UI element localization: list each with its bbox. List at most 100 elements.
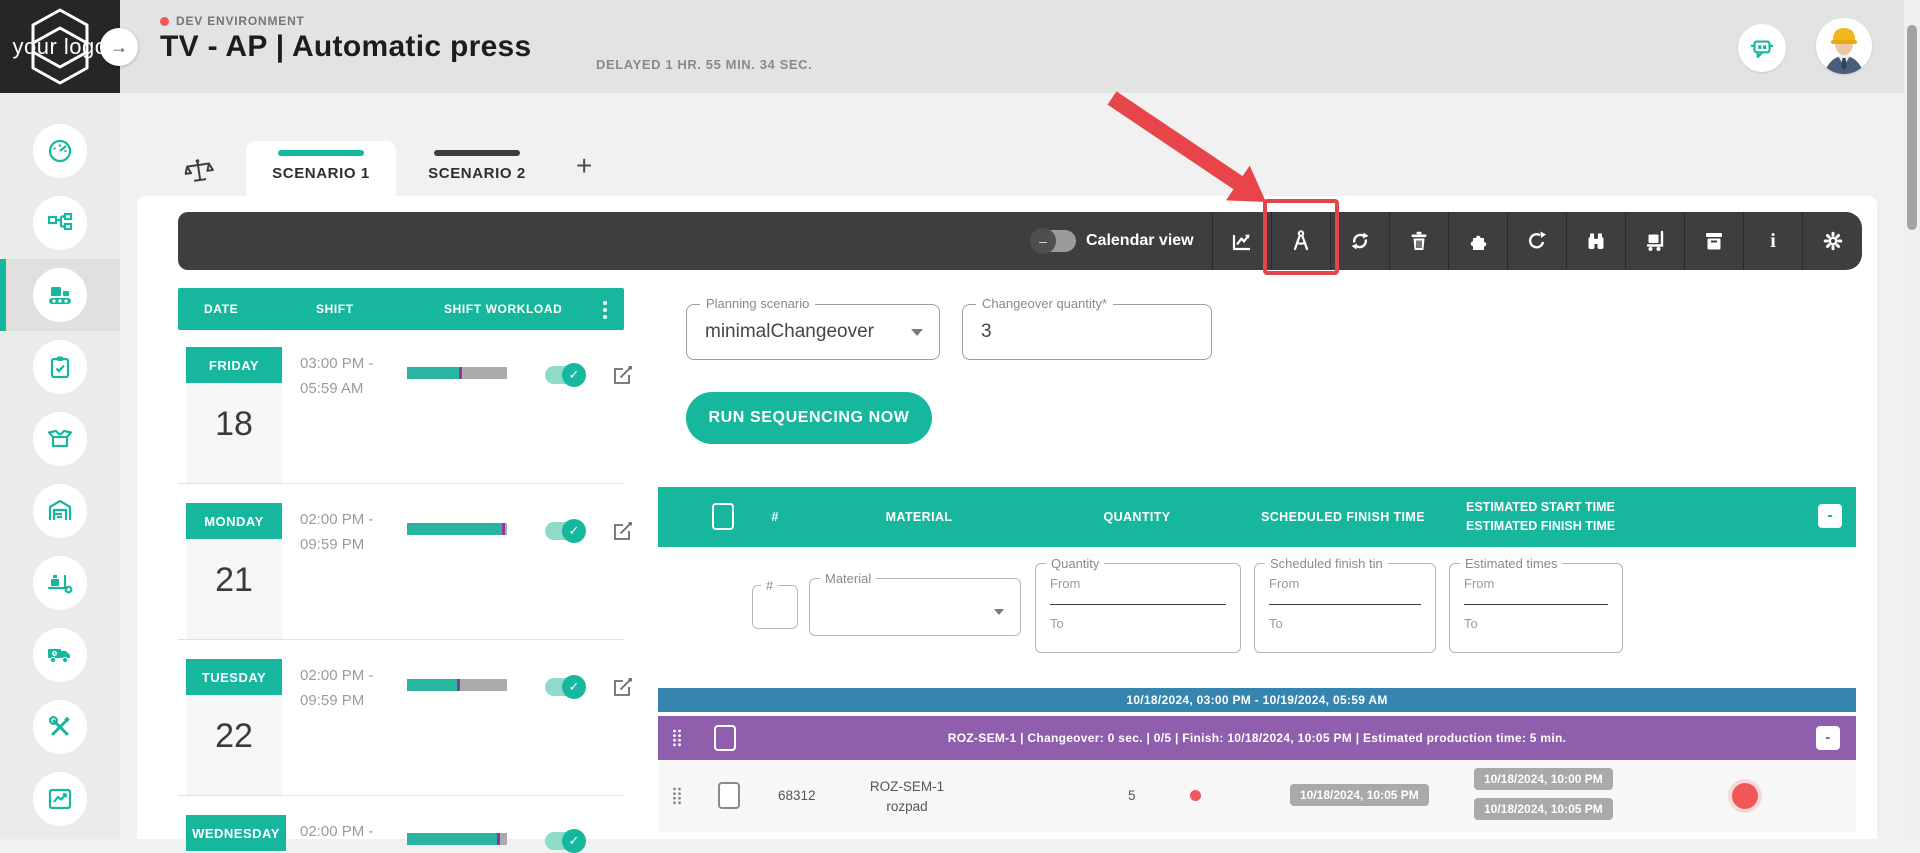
col-quantity: QUANTITY xyxy=(1103,510,1170,524)
shift-time-band: 10/18/2024, 03:00 PM - 10/19/2024, 05:59… xyxy=(658,688,1856,712)
estimated-times-filter[interactable]: Estimated times From To xyxy=(1449,563,1623,653)
undo-icon xyxy=(1525,229,1549,253)
warehouse-icon xyxy=(33,484,87,538)
sidebar-item-analytics[interactable] xyxy=(0,763,120,835)
from-label: From xyxy=(1050,576,1080,591)
stock-box-button[interactable] xyxy=(1684,212,1743,270)
group-checkbox[interactable] xyxy=(714,725,736,751)
from-input-underline[interactable] xyxy=(1269,604,1421,605)
id-filter-input[interactable]: # xyxy=(752,585,798,629)
col-scheduled-finish: SCHEDULED FINISH TIME xyxy=(1261,510,1425,524)
trend-chart-icon xyxy=(1230,229,1254,253)
user-avatar[interactable] xyxy=(1816,18,1872,74)
changeover-quantity-input[interactable]: Changeover quantity* 3 xyxy=(962,304,1212,360)
plugin-button[interactable] xyxy=(1448,212,1507,270)
workload-overflow-marker xyxy=(497,833,500,845)
undo-button[interactable] xyxy=(1507,212,1566,270)
shift-enabled-toggle[interactable]: ✓ xyxy=(545,832,583,850)
delete-button[interactable] xyxy=(1389,212,1448,270)
sidebar-item-delivery[interactable] xyxy=(0,619,120,691)
page-scrollbar-thumb[interactable] xyxy=(1907,25,1917,230)
workload-bar xyxy=(407,523,507,535)
select-all-checkbox[interactable] xyxy=(712,503,734,530)
shift-time: 03:00 PM -05:59 AM xyxy=(300,351,373,401)
chatbot-button[interactable] xyxy=(1738,24,1786,72)
calendar-view-toggle[interactable]: – xyxy=(1032,230,1076,252)
to-label: To xyxy=(1464,616,1478,631)
sidebar-item-packaging[interactable] xyxy=(0,403,120,475)
tab-scenario-1[interactable]: SCENARIO 1 xyxy=(246,141,396,196)
workload-overflow-marker xyxy=(457,679,460,691)
row-divider xyxy=(178,795,624,796)
sidebar-collapse-button[interactable]: → xyxy=(100,28,138,66)
check-icon: ✓ xyxy=(562,519,586,543)
env-label: DEV ENVIRONMENT xyxy=(176,14,305,28)
check-icon: ✓ xyxy=(562,829,586,853)
shift-time: 02:00 PM -09:59 PM xyxy=(300,507,373,557)
dashboard-icon xyxy=(33,124,87,178)
hand-truck-icon xyxy=(1643,229,1667,253)
edit-shift-button[interactable] xyxy=(612,520,634,542)
edit-shift-button[interactable] xyxy=(612,364,634,386)
collapse-all-button[interactable]: - xyxy=(1818,504,1842,528)
group-collapse-button[interactable]: - xyxy=(1816,726,1840,750)
drag-handle[interactable] xyxy=(672,787,682,805)
settings-button[interactable] xyxy=(1802,212,1862,270)
to-label: To xyxy=(1269,616,1283,631)
sidebar-item-warehouse[interactable] xyxy=(0,475,120,547)
material-cart-button[interactable] xyxy=(1625,212,1684,270)
sidebar-nav xyxy=(0,93,120,839)
day-number: 18 xyxy=(215,405,253,483)
scale-compare-icon[interactable] xyxy=(181,154,217,190)
scheduled-finish-chip: 10/18/2024, 10:05 PM xyxy=(1290,784,1429,806)
col-num: # xyxy=(771,510,778,524)
environment-indicator: DEV ENVIRONMENT xyxy=(160,14,305,28)
binoculars-icon xyxy=(1584,229,1608,253)
date-card: TUESDAY 22 xyxy=(186,659,282,795)
jobs-table-header: # MATERIAL QUANTITY SCHEDULED FINISH TIM… xyxy=(658,487,1856,547)
sidebar-item-process-flow[interactable] xyxy=(0,187,120,259)
shift-enabled-toggle[interactable]: ✓ xyxy=(545,366,583,384)
search-jobs-button[interactable] xyxy=(1566,212,1625,270)
run-sequencing-button[interactable]: RUN SEQUENCING NOW xyxy=(686,392,932,444)
sidebar-item-production-line[interactable] xyxy=(0,259,120,331)
day-label: TUESDAY xyxy=(186,659,282,695)
tools-icon xyxy=(33,700,87,754)
sidebar-item-tasks[interactable] xyxy=(0,331,120,403)
puzzle-icon xyxy=(1466,229,1490,253)
from-input-underline[interactable] xyxy=(1464,604,1608,605)
production-line-icon xyxy=(33,268,87,322)
open-box-icon xyxy=(33,412,87,466)
edit-shift-button[interactable] xyxy=(612,676,634,698)
quantity-status-dot xyxy=(1190,790,1201,801)
add-scenario-button[interactable]: + xyxy=(576,150,592,182)
sidebar-item-maintenance[interactable] xyxy=(0,691,120,763)
sidebar-item-dashboard[interactable] xyxy=(0,115,120,187)
drag-handle[interactable] xyxy=(672,729,682,747)
info-button[interactable]: i xyxy=(1743,212,1802,270)
day-number: 22 xyxy=(215,717,253,795)
from-input-underline[interactable] xyxy=(1050,604,1226,605)
scheduled-finish-filter-label: Scheduled finish tin xyxy=(1265,556,1388,571)
scheduled-finish-filter[interactable]: Scheduled finish tin From To xyxy=(1254,563,1436,653)
check-icon: ✓ xyxy=(562,363,586,387)
col-shift-workload: SHIFT WORKLOAD xyxy=(444,302,562,316)
planning-scenario-select[interactable]: Planning scenario minimalChangeover xyxy=(686,304,940,360)
row-checkbox[interactable] xyxy=(718,782,740,809)
quantity-filter[interactable]: Quantity From To xyxy=(1035,563,1241,653)
planning-scenario-value: minimalChangeover xyxy=(705,321,874,343)
engineer-avatar-icon xyxy=(1816,18,1872,74)
workload-bar xyxy=(407,679,507,691)
shift-table-menu-button[interactable] xyxy=(602,298,608,322)
estimated-finish-chip: 10/18/2024, 10:05 PM xyxy=(1474,798,1613,820)
shift-enabled-toggle[interactable]: ✓ xyxy=(545,678,583,696)
chevron-down-icon xyxy=(911,329,923,336)
sidebar-item-forklift[interactable] xyxy=(0,547,120,619)
tab-scenario-2[interactable]: SCENARIO 2 xyxy=(402,141,552,196)
material-filter-select[interactable]: Material xyxy=(809,578,1021,636)
job-row[interactable]: 68312 ROZ-SEM-1rozpad 5 10/18/2024, 10:0… xyxy=(658,760,1856,832)
shift-enabled-toggle[interactable]: ✓ xyxy=(545,522,583,540)
material-filter-label: Material xyxy=(820,571,876,586)
info-icon: i xyxy=(1770,230,1776,253)
shift-time: 02:00 PM - xyxy=(300,819,373,844)
